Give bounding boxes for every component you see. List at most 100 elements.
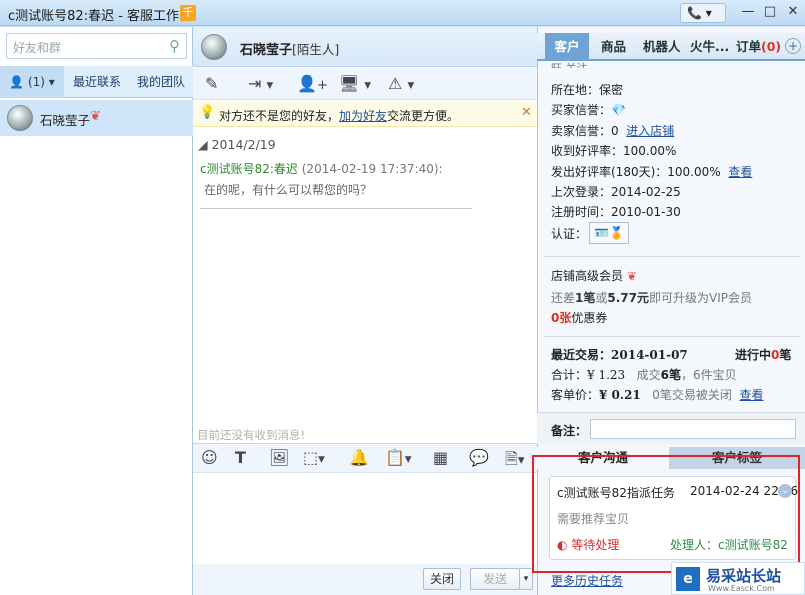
watermark-sub: Www.Easck.Com	[708, 584, 775, 593]
tab-team[interactable]: 我的团队	[130, 66, 192, 98]
close-window-button[interactable]: ✕	[783, 3, 803, 21]
order-badge: (0)	[761, 39, 782, 54]
tab-products[interactable]: 商品	[601, 33, 626, 61]
font-icon[interactable]: T	[235, 448, 246, 467]
trade-average: 客单价：¥ 0.21 0笔交易被关闭 查看	[551, 388, 764, 402]
send-bar: 关闭 发送 ▾	[193, 564, 537, 595]
right-tabs: 客户 商品 机器人 火牛... 订单(0) +	[537, 33, 805, 61]
send-button[interactable]: 发送	[470, 568, 520, 590]
info-last-login: 上次登录：2014-02-25	[551, 185, 681, 199]
info-received-rate: 收到好评率：100.00%	[551, 144, 677, 158]
info-sent-rate: 发出好评率(180天)：100.00% 查看	[551, 165, 753, 179]
close-notice-icon[interactable]: ✕	[521, 105, 532, 120]
history-tasks-link[interactable]: 更多历史任务	[551, 572, 623, 589]
enter-shop-link[interactable]: 进入店铺	[626, 124, 674, 138]
info-location: 所在地：保密	[551, 83, 624, 97]
message-input[interactable]	[193, 474, 537, 564]
message-area: ◢ 2014/2/19 c测试账号82:春迟 (2014-02-19 17:37…	[193, 127, 537, 427]
member-icon: ❦	[626, 269, 637, 283]
remark-input[interactable]	[590, 419, 796, 439]
tab-orders[interactable]: 订单(0)	[736, 33, 781, 61]
partial-top-row: 旺 关注 ——	[551, 60, 613, 68]
tab-recent[interactable]: 最近联系	[66, 66, 128, 98]
info-seller-credit: 卖家信誉：0 进入店铺	[551, 124, 675, 138]
info-certification: 认证：	[551, 227, 588, 241]
logo-icon: e	[676, 567, 700, 591]
watermark-logo: e 易采站长站 Www.Easck.Com	[671, 562, 805, 595]
chat-contact-name: 石晓莹子	[240, 43, 293, 58]
calculator-icon[interactable]: ▦	[433, 448, 448, 467]
phone-button[interactable]: 📞 ▾	[680, 3, 726, 23]
info-register-date: 注册时间：2010-01-30	[551, 205, 681, 219]
view-rate-link[interactable]: 查看	[728, 165, 752, 179]
chat-contact-status: [陌生人]	[292, 42, 340, 57]
message-sender: c测试账号82:春迟	[200, 162, 298, 176]
quick-reply-icon[interactable]: 📋▾	[385, 448, 412, 467]
search-input[interactable]: 好友和群 ⚲	[6, 33, 187, 59]
highlight-box	[532, 455, 800, 573]
divider	[543, 256, 800, 257]
chat-header: 石晓莹子 [陌生人]	[193, 27, 537, 67]
group-count: (1)	[27, 75, 45, 89]
date-divider: ◢ 2014/2/19	[198, 137, 276, 152]
transfer-icon[interactable]: ⇥ ▾	[248, 74, 273, 93]
diamond-icon: 💎	[611, 103, 626, 117]
add-friend-link[interactable]: 加为好友	[339, 109, 387, 123]
window-title: c测试账号82:春迟 - 客服工作台	[8, 9, 193, 24]
remark-label: 备注：	[551, 424, 588, 438]
screenshot-icon[interactable]: ⬚▾	[303, 448, 325, 467]
tab-groups[interactable]: 👤 (1) ▾	[0, 66, 64, 98]
vip-icon: ❦	[90, 109, 101, 124]
message-time: (2014-02-19 17:37:40):	[301, 162, 443, 176]
certification-icon: 🪪🏅	[589, 222, 629, 244]
add-friend-icon[interactable]: 👤+	[297, 74, 328, 93]
recent-trade: 最近交易：2014-01-07	[551, 348, 688, 362]
trade-in-progress: 进行中0笔	[735, 348, 792, 362]
send-options-button[interactable]: ▾	[519, 568, 533, 590]
image-icon[interactable]: 🖼	[269, 448, 289, 467]
notice-text: 对方还不是您的好友，	[219, 109, 340, 123]
maximize-button[interactable]: □	[760, 3, 780, 21]
chat-avatar	[201, 34, 227, 60]
search-icon[interactable]: ⚲	[169, 37, 180, 55]
input-toolbar: ☺ T 🖼 ⬚▾ 🔔 📋▾ ▦ 💬 🗎▾	[193, 443, 537, 473]
notice-suffix: 交流更方便。	[387, 109, 460, 123]
trade-total: 合计：¥ 1.23 成交6笔，6件宝贝	[551, 368, 737, 382]
contact-item[interactable]: 石晓莹子 ❦	[0, 100, 193, 136]
contact-tabs: 👤 (1) ▾ 最近联系 我的团队	[0, 66, 193, 98]
report-icon[interactable]: 🖥 ▾	[339, 74, 371, 93]
history-icon[interactable]: 🗎▾	[505, 448, 525, 475]
user-icon: 👤	[9, 75, 25, 89]
close-chat-button[interactable]: 关闭	[423, 568, 461, 590]
member-level: 店铺高级会员 ❦	[551, 269, 637, 283]
friend-notice: 💡 对方还不是您的好友，加为好友交流更方便。 ✕	[193, 101, 537, 127]
phone-icon: 📞	[687, 6, 702, 20]
chat-toolbar: ✎ ⇥ ▾ 👤+ 🖥 ▾ ⚠ ▾	[193, 68, 537, 100]
tab-customer[interactable]: 客户	[545, 33, 589, 61]
member-upgrade: 还差1笔或5.77元即可升级为VIP会员	[551, 291, 752, 305]
alert-icon[interactable]: ⚠ ▾	[388, 74, 414, 93]
coupon-count: 0张	[551, 311, 572, 325]
tab-huoniu[interactable]: 火牛...	[690, 33, 729, 61]
contact-name: 石晓莹子	[40, 113, 91, 128]
message-date: 2014/2/19	[211, 137, 276, 152]
watermark-brand: 易采站长站	[706, 567, 782, 585]
view-closed-link[interactable]: 查看	[740, 388, 764, 402]
info-buyer-credit: 买家信誉：💎	[551, 103, 626, 117]
edit-icon[interactable]: ✎	[205, 74, 218, 93]
avatar	[7, 105, 33, 131]
minimize-button[interactable]: —	[738, 3, 758, 21]
chat-bubble-icon[interactable]: 💬	[469, 448, 489, 467]
search-placeholder: 好友和群	[13, 41, 62, 55]
divider	[543, 336, 800, 337]
bell-icon[interactable]: 🔔	[349, 448, 369, 467]
lightbulb-icon: 💡	[199, 105, 216, 120]
message-text: 在的呢，有什么可以帮您的吗？	[204, 183, 373, 197]
message-divider	[200, 208, 472, 209]
app-badge: 千	[180, 5, 196, 21]
emoji-icon[interactable]: ☺	[201, 448, 218, 467]
tab-robot[interactable]: 机器人	[643, 33, 681, 61]
no-messages-hint: 目前还没有收到消息!	[197, 428, 306, 442]
add-tab-icon[interactable]: +	[785, 38, 801, 54]
coupon-row: 0张优惠券	[551, 311, 608, 325]
